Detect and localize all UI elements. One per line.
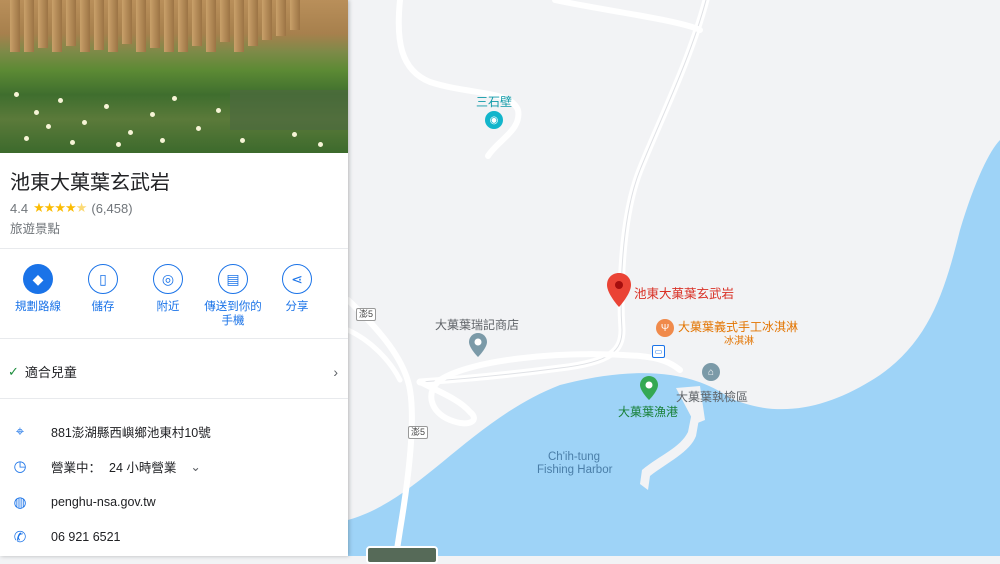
send-to-phone-icon: ▤ — [218, 264, 248, 294]
share-button[interactable]: ⋖ 分享 — [265, 264, 329, 314]
map-pin-icon[interactable] — [607, 273, 631, 307]
road-shield: 澎5 — [408, 426, 429, 439]
poi-label-checkpoint[interactable]: 大菓葉執檢區 — [676, 388, 748, 405]
building-icon[interactable]: ⌂ — [702, 363, 720, 381]
poi-label-shop[interactable]: 大菓葉瑞記商店 — [435, 316, 519, 333]
globe-icon: ◍ — [13, 494, 27, 511]
phone-icon: ✆ — [13, 529, 27, 546]
divider — [0, 338, 348, 339]
share-label: 分享 — [285, 301, 309, 313]
directions-icon: ◆ — [23, 264, 53, 294]
amenity-label: 適合兒童 — [24, 365, 77, 380]
clock-icon: ◷ — [13, 458, 27, 475]
location-pin-icon: ⌖ — [15, 422, 25, 440]
bus-stop-icon[interactable]: ▭ — [652, 345, 665, 358]
place-category[interactable]: 旅遊景點 — [10, 218, 60, 237]
website-link[interactable]: penghu-nsa.gov.tw — [51, 495, 156, 509]
place-panel: 池東大菓葉玄武岩 4.4 ★★★★★ (6,458) 旅遊景點 ◆ 規劃路線 ▯… — [0, 0, 348, 556]
restaurant-icon[interactable]: Ψ — [656, 319, 674, 337]
directions-label: 規劃路線 — [15, 301, 61, 313]
hours-status: 營業中： — [51, 460, 102, 475]
share-icon: ⋖ — [282, 264, 312, 294]
place-title: 池東大菓葉玄武岩 — [10, 172, 170, 194]
check-icon: ✓ — [8, 363, 19, 379]
place-photo[interactable] — [0, 0, 348, 153]
phone-number[interactable]: 06 921 6521 — [51, 530, 121, 544]
save-button[interactable]: ▯ 儲存 — [71, 264, 135, 314]
send-to-phone-label: 傳送到你的 手機 — [204, 301, 262, 327]
camera-icon[interactable]: ◉ — [485, 111, 503, 129]
poi-label-selected[interactable]: 池東大菓葉玄武岩 — [634, 283, 734, 302]
nearby-label: 附近 — [156, 301, 180, 313]
website-row[interactable]: ◍ penghu-nsa.gov.tw — [10, 492, 156, 512]
phone-row[interactable]: ✆ 06 921 6521 — [10, 527, 121, 547]
address-row[interactable]: ⌖ 881澎湖縣西嶼鄉池東村10號 — [10, 421, 211, 441]
rating-row[interactable]: 4.4 ★★★★★ (6,458) — [10, 200, 133, 216]
nearby-icon: ◎ — [153, 264, 183, 294]
star-rating-icon: ★★★★★ — [33, 200, 87, 215]
harbor-pin-icon[interactable] — [640, 376, 658, 400]
directions-button[interactable]: ◆ 規劃路線 — [6, 264, 70, 314]
poi-label-icecream-sub: 冰淇淋 — [724, 336, 754, 347]
shop-pin-icon[interactable] — [469, 333, 487, 357]
hours-detail: 24 小時營業 — [109, 460, 177, 475]
photo-thumbnail[interactable] — [366, 546, 438, 564]
bookmark-icon: ▯ — [88, 264, 118, 294]
send-to-phone-button[interactable]: ▤ 傳送到你的 手機 — [198, 264, 268, 328]
divider — [0, 248, 348, 249]
save-label: 儲存 — [91, 301, 115, 313]
poi-label-port[interactable]: 大菓葉漁港 — [618, 403, 678, 420]
review-count[interactable]: (6,458) — [91, 201, 132, 216]
road-shield: 澎5 — [356, 308, 377, 321]
address-text: 881澎湖縣西嶼鄉池東村10號 — [51, 425, 211, 440]
hours-row[interactable]: ◷ 營業中： 24 小時營業 ⌄ — [10, 456, 200, 476]
rating-value: 4.4 — [10, 200, 29, 216]
amenity-row[interactable]: ✓ 適合兒童 › — [8, 362, 338, 381]
water-label-1: Ch'ih-tung — [548, 451, 601, 463]
nearby-button[interactable]: ◎ 附近 — [136, 264, 200, 314]
chevron-right-icon: › — [333, 363, 338, 380]
poi-label-sanshibi[interactable]: 三石壁 — [476, 93, 512, 110]
chevron-down-icon[interactable]: ⌄ — [190, 459, 200, 474]
water-label-2: Fishing Harbor — [537, 464, 613, 476]
divider — [0, 398, 348, 399]
sea-area — [348, 140, 1000, 556]
